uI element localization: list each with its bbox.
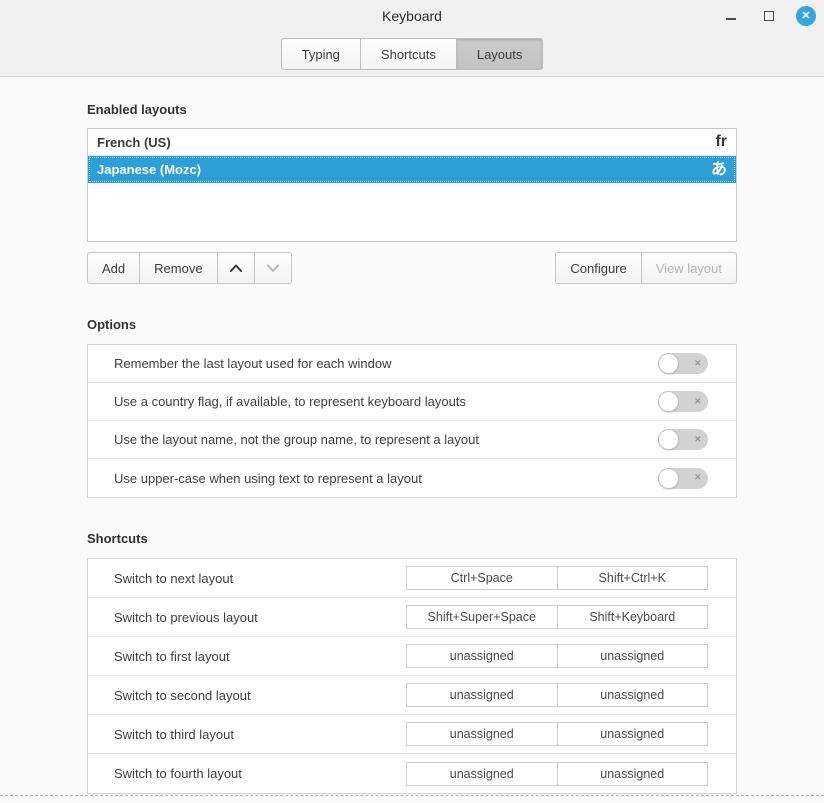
layout-name: French (US)	[97, 135, 171, 150]
window-header: Keyboard ✕ Typing Shortcuts Layouts	[0, 0, 824, 77]
keybinding-pair: Ctrl+Space Shift+Ctrl+K	[406, 566, 708, 590]
configure-layout-button[interactable]: Configure	[555, 252, 641, 284]
option-row-country-flag: Use a country flag, if available, to rep…	[88, 383, 736, 421]
option-row-remember-layout: Remember the last layout used for each w…	[88, 345, 736, 383]
toggle-knob	[658, 391, 679, 412]
chevron-down-icon	[265, 263, 281, 273]
toggle-off-icon: ×	[695, 434, 701, 445]
option-label: Use the layout name, not the group name,…	[114, 432, 479, 447]
shortcut-label: Switch to fourth layout	[114, 766, 242, 781]
view-layout-button[interactable]: View layout	[642, 252, 737, 284]
layouts-page: Enabled layouts French (US) fr Japanese …	[0, 77, 824, 794]
shortcut-row-previous-layout: Switch to previous layout Shift+Super+Sp…	[88, 598, 736, 637]
layout-row-japanese[interactable]: Japanese (Mozc) あ	[88, 156, 736, 183]
keybinding-button[interactable]: unassigned	[558, 762, 709, 786]
option-row-layout-name: Use the layout name, not the group name,…	[88, 421, 736, 459]
shortcut-row-third-layout: Switch to third layout unassigned unassi…	[88, 715, 736, 754]
shortcut-label: Switch to third layout	[114, 727, 234, 742]
chevron-up-icon	[228, 263, 244, 273]
overscroll-indicator	[0, 795, 824, 796]
keybinding-button[interactable]: Ctrl+Space	[406, 566, 558, 590]
layout-edit-button-group: Add Remove	[87, 252, 292, 284]
toggle-off-icon: ×	[695, 473, 701, 484]
shortcut-label: Switch to first layout	[114, 649, 230, 664]
shortcut-row-first-layout: Switch to first layout unassigned unassi…	[88, 637, 736, 676]
add-layout-button[interactable]: Add	[87, 252, 140, 284]
toggle-off-icon: ×	[695, 358, 701, 369]
tab-layouts[interactable]: Layouts	[457, 38, 544, 70]
shortcut-row-next-layout: Switch to next layout Ctrl+Space Shift+C…	[88, 559, 736, 598]
minimize-icon	[726, 18, 736, 20]
keybinding-button[interactable]: unassigned	[406, 762, 558, 786]
keybinding-button[interactable]: unassigned	[558, 644, 709, 668]
layout-name-toggle[interactable]: ×	[658, 429, 708, 450]
options-heading: Options	[87, 317, 737, 332]
keybinding-pair: unassigned unassigned	[406, 722, 708, 746]
keybinding-pair: unassigned unassigned	[406, 762, 708, 786]
keybinding-pair: unassigned unassigned	[406, 683, 708, 707]
keybinding-button[interactable]: Shift+Ctrl+K	[558, 566, 709, 590]
upper-case-toggle[interactable]: ×	[658, 468, 708, 489]
shortcut-label: Switch to previous layout	[114, 610, 258, 625]
layout-indicator-glyph: あ	[711, 162, 727, 178]
options-box: Remember the last layout used for each w…	[87, 344, 737, 498]
toggle-knob	[658, 468, 679, 489]
layout-row-french[interactable]: French (US) fr	[88, 129, 736, 156]
shortcut-row-second-layout: Switch to second layout unassigned unass…	[88, 676, 736, 715]
move-layout-down-button[interactable]	[255, 252, 292, 284]
option-row-upper-case: Use upper-case when using text to repres…	[88, 459, 736, 497]
shortcuts-box: Switch to next layout Ctrl+Space Shift+C…	[87, 558, 737, 794]
shortcut-label: Switch to second layout	[114, 688, 251, 703]
option-label: Use upper-case when using text to repres…	[114, 471, 422, 486]
minimize-button[interactable]	[720, 5, 742, 27]
toggle-knob	[658, 353, 679, 374]
close-icon: ✕	[801, 11, 810, 22]
tab-typing[interactable]: Typing	[281, 38, 361, 70]
enabled-layouts-heading: Enabled layouts	[87, 102, 737, 117]
shortcut-row-fourth-layout: Switch to fourth layout unassigned unass…	[88, 754, 736, 793]
keybinding-button[interactable]: unassigned	[406, 644, 558, 668]
keybinding-button[interactable]: Shift+Super+Space	[406, 605, 558, 629]
close-button[interactable]: ✕	[796, 6, 816, 26]
keybinding-button[interactable]: Shift+Keyboard	[558, 605, 709, 629]
maximize-button[interactable]	[758, 5, 780, 27]
toggle-knob	[658, 429, 679, 450]
enabled-layouts-list: French (US) fr Japanese (Mozc) あ	[87, 128, 737, 242]
keybinding-button[interactable]: unassigned	[406, 722, 558, 746]
remember-layout-toggle[interactable]: ×	[658, 353, 708, 374]
window-controls: ✕	[720, 0, 816, 32]
option-label: Remember the last layout used for each w…	[114, 356, 391, 371]
titlebar[interactable]: Keyboard ✕	[0, 0, 824, 32]
keybinding-pair: unassigned unassigned	[406, 644, 708, 668]
tab-bar: Typing Shortcuts Layouts	[0, 32, 824, 76]
window-title: Keyboard	[382, 8, 442, 24]
layout-actions-bar: Add Remove Configure View layout	[87, 252, 737, 284]
remove-layout-button[interactable]: Remove	[140, 252, 217, 284]
toggle-off-icon: ×	[695, 396, 701, 407]
layout-name: Japanese (Mozc)	[97, 162, 201, 177]
shortcuts-heading: Shortcuts	[87, 531, 737, 546]
layout-tools-button-group: Configure View layout	[555, 252, 737, 284]
layout-indicator-glyph: fr	[715, 134, 727, 150]
actions-spacer	[292, 252, 556, 284]
option-label: Use a country flag, if available, to rep…	[114, 394, 466, 409]
move-layout-up-button[interactable]	[218, 252, 255, 284]
keybinding-button[interactable]: unassigned	[406, 683, 558, 707]
maximize-icon	[764, 11, 774, 21]
keybinding-button[interactable]: unassigned	[558, 722, 709, 746]
shortcut-label: Switch to next layout	[114, 571, 233, 586]
keybinding-button[interactable]: unassigned	[558, 683, 709, 707]
keybinding-pair: Shift+Super+Space Shift+Keyboard	[406, 605, 708, 629]
country-flag-toggle[interactable]: ×	[658, 391, 708, 412]
tab-shortcuts[interactable]: Shortcuts	[361, 38, 457, 70]
